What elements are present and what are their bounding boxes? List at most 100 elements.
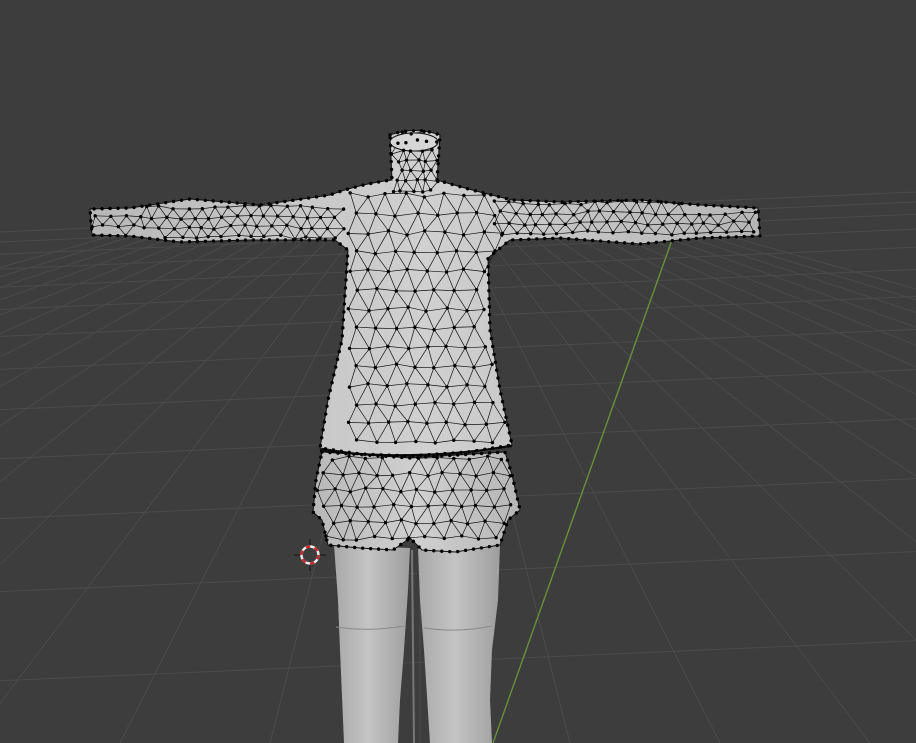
mesh-vertex bbox=[473, 503, 478, 508]
mesh-vertex bbox=[346, 306, 351, 311]
mesh-vertex bbox=[465, 187, 470, 191]
mesh-vertex bbox=[638, 242, 643, 246]
mesh-vertex bbox=[640, 231, 644, 235]
mesh-vertex bbox=[390, 473, 395, 477]
mesh-vertex bbox=[502, 487, 506, 491]
mesh-vertex bbox=[187, 197, 192, 201]
mesh-vertex bbox=[132, 223, 136, 227]
mesh-vertex bbox=[753, 210, 758, 215]
mesh-vertex bbox=[542, 232, 546, 236]
mesh-vertex bbox=[490, 440, 495, 445]
mesh-vertex bbox=[354, 363, 358, 368]
mesh-vertex bbox=[249, 213, 253, 218]
mesh-vertex bbox=[710, 235, 714, 240]
mesh-vertex bbox=[139, 215, 143, 219]
mesh-vertex bbox=[345, 545, 349, 549]
mesh-vertex bbox=[487, 313, 492, 317]
mesh-vertex bbox=[392, 547, 396, 551]
mesh-vertex bbox=[494, 368, 499, 372]
mesh-vertex bbox=[640, 211, 644, 215]
mesh-vertex bbox=[417, 158, 421, 162]
mesh-vertex bbox=[586, 229, 590, 233]
mesh-vertex bbox=[640, 198, 644, 202]
mesh-vertex bbox=[500, 233, 504, 237]
mesh-vertex bbox=[504, 523, 509, 527]
character-legs[interactable] bbox=[334, 545, 500, 743]
mesh-vertex bbox=[396, 141, 400, 145]
mesh-vertex bbox=[444, 270, 449, 274]
mesh-vertex bbox=[338, 189, 342, 194]
grid-line bbox=[0, 219, 259, 335]
mesh-vertex bbox=[373, 365, 378, 370]
mesh-vertex bbox=[400, 455, 404, 460]
mesh-vertex bbox=[259, 203, 263, 207]
mesh-vertex bbox=[605, 220, 609, 224]
mesh-vertex bbox=[311, 502, 316, 507]
mesh-vertex bbox=[554, 232, 559, 236]
mesh-vertex bbox=[533, 223, 538, 227]
mesh-vertex bbox=[171, 199, 176, 204]
mesh-vertex bbox=[598, 239, 603, 243]
mesh-vertex bbox=[412, 250, 416, 255]
mesh-vertex bbox=[616, 198, 620, 203]
mesh-vertex bbox=[683, 212, 687, 217]
mesh-vertex bbox=[109, 214, 113, 219]
mesh-vertex bbox=[682, 231, 686, 235]
mesh-vertex bbox=[354, 538, 359, 542]
mesh-vertex bbox=[479, 451, 484, 456]
mesh-vertex bbox=[519, 237, 523, 242]
mesh-vertex bbox=[490, 446, 495, 450]
mesh-vertex bbox=[148, 203, 152, 207]
mesh-vertex bbox=[448, 549, 452, 554]
mesh-vertex bbox=[363, 486, 368, 490]
mesh-vertex bbox=[435, 250, 439, 255]
mesh-vertex bbox=[435, 140, 439, 144]
mesh-vertex bbox=[482, 307, 486, 312]
mesh-vertex bbox=[342, 227, 346, 231]
mesh-vertex bbox=[339, 342, 343, 346]
mesh-vertex bbox=[375, 473, 379, 478]
mesh-vertex bbox=[348, 191, 352, 195]
mesh-vertex bbox=[386, 229, 391, 233]
right-leg[interactable] bbox=[418, 545, 500, 743]
mesh-vertex bbox=[452, 438, 456, 442]
mesh-vertex bbox=[145, 204, 149, 209]
mesh-vertex bbox=[408, 168, 413, 173]
viewport-canvas[interactable] bbox=[0, 0, 916, 743]
mesh-vertex bbox=[472, 400, 477, 405]
mesh-vertex bbox=[415, 178, 420, 182]
mesh-vertex bbox=[491, 344, 495, 349]
mesh-vertex bbox=[494, 535, 498, 540]
mesh-vertex bbox=[318, 443, 323, 448]
3d-cursor-icon[interactable] bbox=[294, 539, 326, 571]
mesh-vertex bbox=[386, 420, 391, 424]
mesh-vertex bbox=[614, 240, 619, 244]
mesh-vertex bbox=[463, 423, 467, 427]
mesh-vertex bbox=[508, 503, 513, 507]
mesh-vertex bbox=[461, 267, 466, 271]
mesh-vertex bbox=[458, 184, 462, 189]
3d-viewport[interactable] bbox=[0, 0, 916, 743]
mesh-vertex bbox=[465, 522, 470, 526]
mesh-vertex bbox=[646, 241, 651, 245]
mesh-vertex bbox=[536, 199, 540, 203]
mesh-vertex bbox=[750, 234, 754, 238]
mesh-vertex bbox=[734, 235, 738, 239]
mesh-vertex bbox=[414, 521, 418, 526]
mesh-vertex bbox=[354, 325, 359, 329]
mesh-vertex bbox=[708, 213, 712, 217]
mesh-vertex bbox=[511, 238, 515, 242]
mesh-vertex bbox=[405, 267, 409, 272]
mesh-vertex bbox=[321, 428, 325, 432]
mesh-vertex bbox=[320, 436, 324, 440]
mesh-vertex bbox=[475, 448, 479, 453]
left-leg[interactable] bbox=[334, 545, 410, 743]
mesh-vertex bbox=[416, 211, 420, 215]
mesh-vertex bbox=[332, 215, 337, 219]
mesh-vertex bbox=[662, 239, 667, 244]
mesh-vertex bbox=[578, 220, 582, 224]
mesh-vertex bbox=[456, 549, 460, 554]
mesh-vertex bbox=[414, 487, 419, 492]
mesh-vertex bbox=[521, 201, 525, 206]
mesh-vertex bbox=[654, 240, 659, 245]
